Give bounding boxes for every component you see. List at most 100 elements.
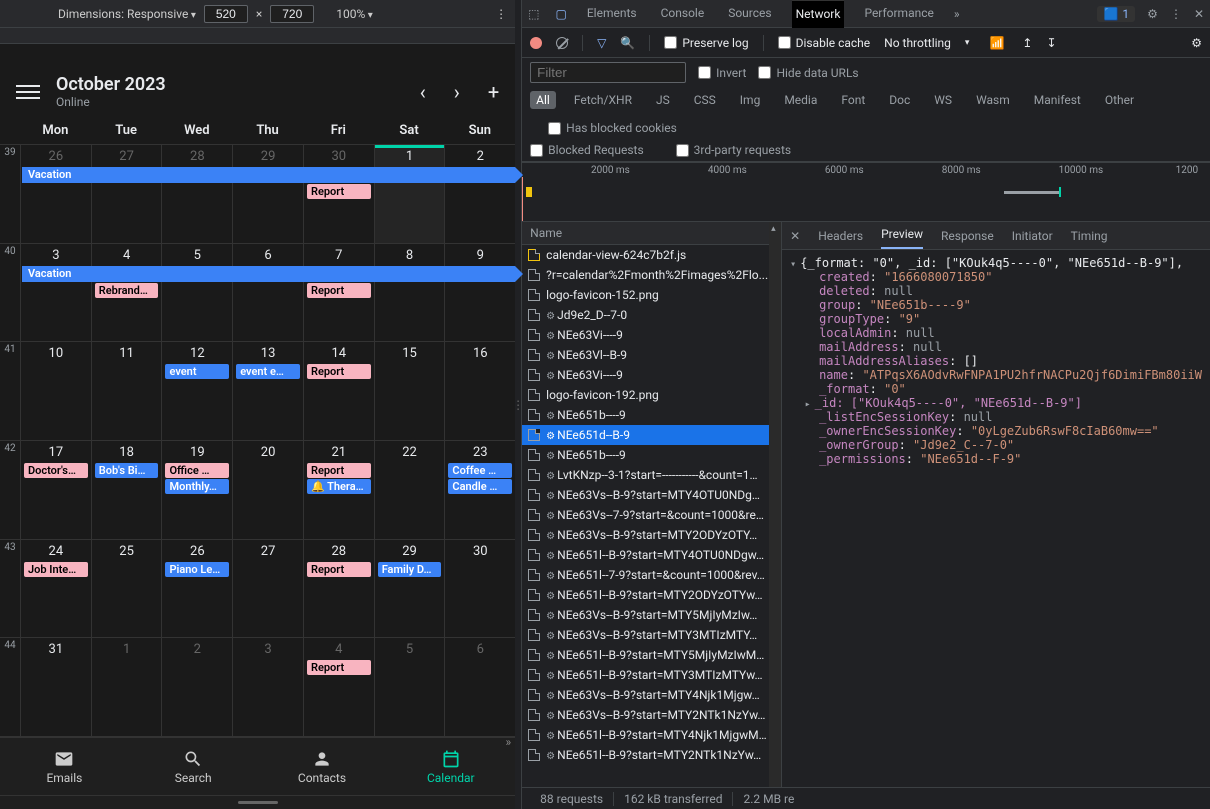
request-row[interactable]: NEe651l--B-9?start=MTY2ODYzOTYw… <box>522 585 781 605</box>
tab-performance[interactable]: Performance <box>860 0 937 27</box>
type-filter-wasm[interactable]: Wasm <box>970 91 1016 109</box>
calendar-event[interactable]: Report <box>307 283 371 298</box>
day-cell[interactable]: 9 <box>444 244 515 342</box>
day-cell[interactable]: 30Report <box>303 145 374 243</box>
day-cell[interactable]: 7Report <box>303 244 374 342</box>
type-filter-manifest[interactable]: Manifest <box>1028 91 1087 109</box>
close-devtools-icon[interactable]: ✕ <box>1194 7 1204 21</box>
day-cell[interactable]: 29Family D… <box>374 540 445 638</box>
day-cell[interactable]: 13event e… <box>232 342 303 440</box>
viewport-height-input[interactable] <box>270 5 314 23</box>
day-cell[interactable]: 19Office …Monthly… <box>161 441 232 539</box>
calendar-event[interactable]: Family D… <box>378 562 442 577</box>
request-row[interactable]: NEe651d--B-9 <box>522 425 781 445</box>
device-menu-icon[interactable]: ⋮ <box>495 7 507 21</box>
request-row[interactable]: NEe651l--B-9?start=MTY3MTIzMTYw… <box>522 665 781 685</box>
day-cell[interactable]: 27 <box>232 540 303 638</box>
clear-button[interactable] <box>556 37 568 49</box>
calendar-grid[interactable]: 392627282930Report12Vacation4034Rebrand…… <box>0 145 515 737</box>
close-detail-icon[interactable]: ✕ <box>790 229 800 243</box>
type-filter-media[interactable]: Media <box>778 91 823 109</box>
request-row[interactable]: NEe63Vi----9 <box>522 325 781 345</box>
calendar-event[interactable]: Piano Le… <box>165 562 229 577</box>
name-column-header[interactable]: Name <box>522 222 781 245</box>
request-row[interactable]: NEe651l--B-9?start=MTY5MjIyMzIwM… <box>522 645 781 665</box>
day-cell[interactable]: 28Report <box>303 540 374 638</box>
request-row[interactable]: NEe651l--B-9?start=MTY4OTU0NDgw… <box>522 545 781 565</box>
day-cell[interactable]: 16 <box>444 342 515 440</box>
day-cell[interactable]: 27 <box>91 145 162 243</box>
tab-console[interactable]: Console <box>657 0 709 27</box>
day-cell[interactable]: 26 <box>20 145 91 243</box>
day-cell[interactable]: 4Report <box>303 638 374 736</box>
settings-icon[interactable]: ⚙ <box>1147 7 1158 21</box>
day-cell[interactable]: 23Coffee …Candle … <box>444 441 515 539</box>
nav-emails[interactable]: Emails <box>0 738 129 795</box>
filter-input[interactable] <box>530 62 686 83</box>
calendar-event[interactable]: Report <box>307 184 371 199</box>
scrollbar[interactable] <box>769 222 781 787</box>
menu-icon[interactable] <box>16 80 40 104</box>
day-cell[interactable]: 10 <box>20 342 91 440</box>
request-row[interactable]: NEe63Vs--B-9?start=MTY4OTU0NDg… <box>522 485 781 505</box>
request-row[interactable]: NEe63Vs--7-9?start=&count=1000&re… <box>522 505 781 525</box>
multi-day-event[interactable]: Vacation <box>22 167 515 183</box>
request-row[interactable]: logo-favicon-152.png <box>522 285 781 305</box>
detail-tab-timing[interactable]: Timing <box>1071 229 1108 243</box>
day-cell[interactable]: 3 <box>20 244 91 342</box>
nav-calendar[interactable]: Calendar <box>386 738 515 795</box>
day-cell[interactable]: 3 <box>232 638 303 736</box>
day-cell[interactable]: 11 <box>91 342 162 440</box>
calendar-event[interactable]: Report <box>307 364 371 379</box>
record-button[interactable] <box>530 37 542 49</box>
day-cell[interactable]: 1 <box>374 145 445 243</box>
day-cell[interactable]: 4Rebrand… <box>91 244 162 342</box>
response-preview[interactable]: {_format: "0", _id: ["KOuk4q5----0", "NE… <box>782 250 1210 787</box>
day-cell[interactable]: 24Job Inte… <box>20 540 91 638</box>
request-row[interactable]: NEe63Vi----9 <box>522 365 781 385</box>
disable-cache-checkbox[interactable]: Disable cache <box>778 36 871 50</box>
type-filter-all[interactable]: All <box>530 91 556 109</box>
zoom-dropdown[interactable]: 100% <box>336 7 373 21</box>
day-cell[interactable]: 12event <box>161 342 232 440</box>
type-filter-js[interactable]: JS <box>650 91 676 109</box>
detail-tab-response[interactable]: Response <box>941 229 994 243</box>
invert-checkbox[interactable]: Invert <box>698 66 746 80</box>
calendar-event[interactable]: Job Inte… <box>24 562 88 577</box>
request-row[interactable]: LvtKNzp--3-1?start=-----------&count=1… <box>522 465 781 485</box>
day-cell[interactable]: 28 <box>161 145 232 243</box>
day-cell[interactable]: 22 <box>374 441 445 539</box>
request-row[interactable]: NEe651b----9 <box>522 405 781 425</box>
download-har-icon[interactable]: ↧ <box>1046 36 1056 50</box>
day-cell[interactable]: 18Bob's Bi… <box>91 441 162 539</box>
type-filter-ws[interactable]: WS <box>928 91 958 109</box>
more-tabs-icon[interactable]: » <box>954 7 960 21</box>
type-filter-img[interactable]: Img <box>734 91 767 109</box>
request-row[interactable]: NEe651l--B-9?start=MTY2NTk1NzYw… <box>522 745 781 765</box>
request-row[interactable]: NEe63Vs--B-9?start=MTY2NTk1NzYw… <box>522 705 781 725</box>
upload-har-icon[interactable]: ↥ <box>1022 36 1032 50</box>
preserve-log-checkbox[interactable]: Preserve log <box>664 36 748 50</box>
day-cell[interactable]: 26Piano Le… <box>161 540 232 638</box>
day-cell[interactable]: 29 <box>232 145 303 243</box>
filter-toggle-icon[interactable]: ▽ <box>597 36 606 50</box>
request-row[interactable]: logo-favicon-192.png <box>522 385 781 405</box>
day-cell[interactable]: 2 <box>161 638 232 736</box>
day-cell[interactable]: 5 <box>161 244 232 342</box>
blocked-cookies-checkbox[interactable]: Has blocked cookies <box>548 121 677 135</box>
request-row[interactable]: NEe651l--7-9?start=&count=1000&rev… <box>522 565 781 585</box>
day-cell[interactable]: 6 <box>444 638 515 736</box>
request-row[interactable]: NEe63Vs--B-9?start=MTY3MTIzMTY… <box>522 625 781 645</box>
network-conditions-icon[interactable]: 📶 <box>989 36 1004 50</box>
drag-handle[interactable] <box>0 795 515 809</box>
day-cell[interactable]: 6 <box>232 244 303 342</box>
day-cell[interactable]: 8 <box>374 244 445 342</box>
day-cell[interactable]: 31 <box>20 638 91 736</box>
hide-data-urls-checkbox[interactable]: Hide data URLs <box>758 66 858 80</box>
request-row[interactable]: NEe63Vl--B-9 <box>522 345 781 365</box>
type-filter-doc[interactable]: Doc <box>883 91 916 109</box>
tab-sources[interactable]: Sources <box>724 0 775 27</box>
timeline-overview[interactable]: 2000 ms 4000 ms 6000 ms 8000 ms 10000 ms… <box>522 162 1210 222</box>
calendar-event[interactable]: Report <box>307 463 371 478</box>
request-row[interactable]: NEe651b----9 <box>522 445 781 465</box>
